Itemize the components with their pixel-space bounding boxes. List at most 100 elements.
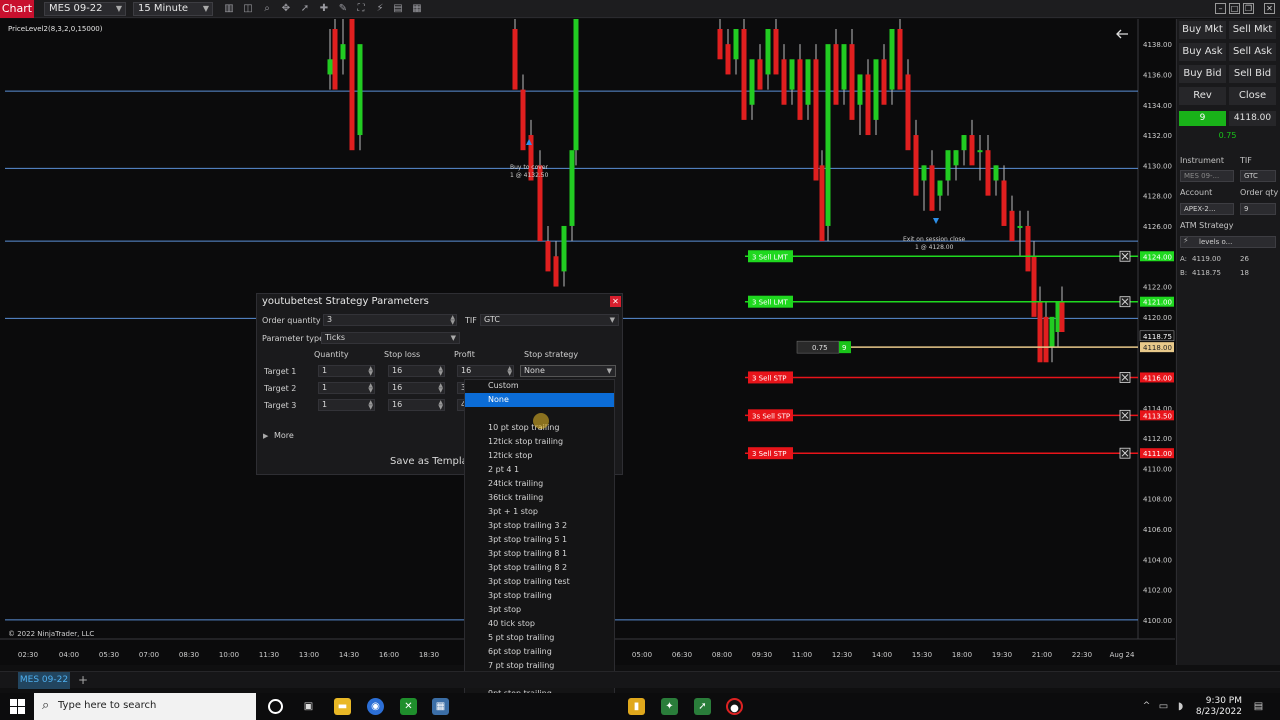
chevron-right-icon[interactable]: ▶: [263, 432, 268, 440]
parameter-type-select[interactable]: Ticks ▼: [321, 332, 460, 344]
maximize-icon[interactable]: □: [1229, 3, 1240, 14]
dropdown-option[interactable]: 3pt stop trailing 8 1: [465, 547, 614, 561]
dropdown-option[interactable]: None: [465, 393, 614, 407]
dialog-close-button[interactable]: ✕: [610, 296, 621, 307]
order-quantity-input[interactable]: 3 ▲ ▼: [323, 314, 457, 326]
dropdown-option[interactable]: 40 tick stop: [465, 617, 614, 631]
position-qty: 9: [1179, 111, 1226, 126]
buy-bid-button[interactable]: Buy Bid: [1179, 65, 1226, 83]
order-qty-field[interactable]: 9: [1240, 203, 1276, 215]
candle-body: [741, 29, 747, 120]
buy-market-button[interactable]: Buy Mkt: [1179, 21, 1226, 39]
candle-body: [841, 44, 847, 90]
target-stop-input[interactable]: 16 ▲ ▼: [388, 382, 445, 394]
dropdown-option[interactable]: 5 pt stop trailing: [465, 631, 614, 645]
bar-type-icon[interactable]: ▥: [222, 2, 236, 16]
candle-body: [1049, 316, 1055, 348]
instrument-field[interactable]: MES 09-...: [1180, 170, 1234, 182]
zoom-icon[interactable]: ⌕: [260, 2, 274, 16]
notifications-icon[interactable]: ▤: [1250, 698, 1267, 715]
pointer-icon[interactable]: ➚: [298, 2, 312, 16]
atm-strategy-field[interactable]: levels o...: [1180, 236, 1276, 248]
strategy-icon[interactable]: ⚡: [373, 2, 387, 16]
dropdown-option[interactable]: 24tick trailing: [465, 477, 614, 491]
dropdown-option[interactable]: 6pt stop trailing: [465, 645, 614, 659]
tif-select[interactable]: GTC ▼: [480, 314, 619, 326]
sell-ask-button[interactable]: Sell Ask: [1229, 43, 1276, 61]
close-position-button[interactable]: Close: [1229, 87, 1276, 105]
app-icon[interactable]: ▮: [628, 698, 645, 715]
back-arrow-icon[interactable]: [1116, 29, 1128, 39]
stop-strategy-value: None: [524, 366, 545, 375]
restore-icon[interactable]: ❐: [1243, 3, 1254, 14]
dropdown-option[interactable]: 12tick stop trailing: [465, 435, 614, 449]
stop-strategy-select[interactable]: None ▼: [520, 365, 616, 377]
crosshair-icon[interactable]: ✚: [317, 2, 331, 16]
ninjatrader-chart-icon[interactable]: ➚: [694, 698, 711, 715]
dropdown-option[interactable]: 3pt stop trailing 3 2: [465, 519, 614, 533]
candle-body: [929, 165, 935, 211]
network-icon[interactable]: ▭: [1155, 698, 1172, 715]
dropdown-option[interactable]: 3pt stop: [465, 603, 614, 617]
browser-icon[interactable]: ◉: [367, 698, 384, 715]
reverse-button[interactable]: Rev: [1179, 87, 1226, 105]
spinner-icon: ▲▼: [368, 382, 373, 394]
dropdown-option[interactable]: 3pt stop trailing 5 1: [465, 533, 614, 547]
dropdown-option[interactable]: 3pt stop trailing test: [465, 575, 614, 589]
properties-icon[interactable]: ▤: [391, 2, 405, 16]
sell-market-button[interactable]: Sell Mkt: [1229, 21, 1276, 39]
buy-ask-button[interactable]: Buy Ask: [1179, 43, 1226, 61]
candle-body: [1009, 210, 1015, 242]
tif-field[interactable]: GTC: [1240, 170, 1276, 182]
sell-bid-button[interactable]: Sell Bid: [1229, 65, 1276, 83]
target-stop-input[interactable]: 16 ▲ ▼: [388, 399, 445, 411]
hand-icon[interactable]: ✥: [279, 2, 293, 16]
indicator-label: PriceLevel2(8,3,2,0,15000): [8, 25, 103, 33]
target-stop-input[interactable]: 16 ▲ ▼: [388, 365, 445, 377]
chart-tab[interactable]: Chart: [0, 0, 34, 18]
time-tick-label: 13:00: [299, 651, 319, 659]
candle-body: [757, 59, 763, 90]
cortana-icon[interactable]: [268, 699, 283, 714]
dropdown-option[interactable]: 3pt + 1 stop: [465, 505, 614, 519]
add-tab-icon[interactable]: +: [78, 672, 88, 689]
draw-tools-icon[interactable]: ◫: [241, 2, 255, 16]
task-view-icon[interactable]: ▣: [300, 698, 317, 715]
instrument-selector[interactable]: MES 09-22 ▼: [44, 2, 126, 16]
target-qty-input[interactable]: 1 ▲ ▼: [318, 365, 375, 377]
dropdown-option[interactable]: 3pt stop trailing 8 2: [465, 561, 614, 575]
chart-tab-mes[interactable]: MES 09-22: [18, 672, 70, 689]
dropdown-option[interactable]: 36tick trailing: [465, 491, 614, 505]
dropdown-option[interactable]: 2 pt 4 1: [465, 463, 614, 477]
taskbar-clock[interactable]: 9:30 PM 8/23/2022: [1192, 696, 1242, 718]
excel-icon[interactable]: ✕: [400, 698, 417, 715]
dropdown-option[interactable]: Custom: [465, 379, 614, 393]
volume-icon[interactable]: ◗: [1172, 698, 1189, 715]
windows-start-icon[interactable]: [10, 699, 25, 714]
record-icon[interactable]: ●: [726, 698, 743, 715]
target-qty-input[interactable]: 1 ▲ ▼: [318, 382, 375, 394]
minimize-icon[interactable]: –: [1215, 3, 1226, 14]
target-qty-input[interactable]: 1 ▲ ▼: [318, 399, 375, 411]
fullscreen-icon[interactable]: ⛶: [354, 2, 368, 16]
tray-chevron-icon[interactable]: ^: [1138, 698, 1155, 715]
grid-icon[interactable]: ▦: [410, 2, 424, 16]
last-price-label: 4118.75: [1143, 333, 1172, 341]
spinner-icon: ▲▼: [438, 399, 443, 411]
account-field[interactable]: APEX-2...: [1180, 203, 1234, 215]
ninjatrader-icon[interactable]: ✦: [661, 698, 678, 715]
time-tick-label: 06:30: [672, 651, 692, 659]
dropdown-option[interactable]: 3pt stop trailing: [465, 589, 614, 603]
execution-annotation: 1 @ 4128.00: [915, 244, 954, 251]
dropdown-option[interactable]: 12tick stop: [465, 449, 614, 463]
order-label: 3 Sell STP: [752, 374, 786, 382]
interval-selector[interactable]: 15 Minute ▼: [133, 2, 213, 16]
close-icon[interactable]: ✕: [1264, 3, 1275, 14]
save-template-button[interactable]: Save as Templa: [390, 456, 468, 467]
target-profit-input[interactable]: 16 ▲ ▼: [457, 365, 514, 377]
calculator-icon[interactable]: ▦: [432, 698, 449, 715]
more-expander[interactable]: More: [274, 431, 294, 440]
taskbar-search[interactable]: ⌕ Type here to search: [34, 693, 256, 720]
drawing-icon[interactable]: ✎: [336, 2, 350, 16]
file-explorer-icon[interactable]: ▬: [334, 698, 351, 715]
